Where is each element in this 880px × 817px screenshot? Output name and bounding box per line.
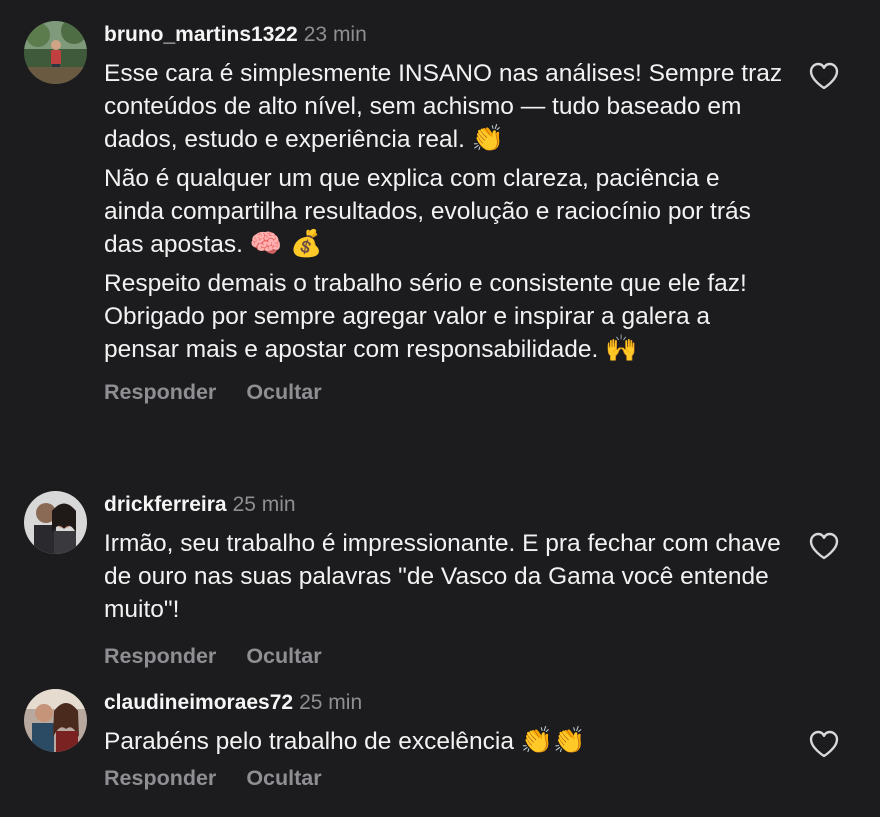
comment-actions: Responder Ocultar	[104, 644, 784, 669]
username[interactable]: claudineimoraes72	[104, 691, 293, 714]
hide-button[interactable]: Ocultar	[246, 766, 321, 790]
comment-header: drickferreira 25 min	[104, 492, 784, 518]
comment-text: Esse cara é simplesmente INSANO nas anál…	[104, 57, 784, 156]
avatar[interactable]	[24, 689, 87, 752]
comment-actions: Responder Ocultar	[104, 766, 784, 791]
username[interactable]: drickferreira	[104, 493, 227, 516]
timestamp: 25 min	[299, 691, 363, 714]
heart-outline-icon[interactable]	[808, 531, 840, 561]
comment-actions: Responder Ocultar	[104, 380, 784, 405]
reply-button[interactable]: Responder	[104, 644, 216, 668]
comment-paragraph: Parabéns pelo trabalho de excelência	[104, 728, 514, 755]
raised-hands-emoji: 🙌	[605, 334, 638, 364]
reply-button[interactable]: Responder	[104, 380, 216, 404]
avatar[interactable]	[24, 21, 87, 84]
hide-button[interactable]: Ocultar	[246, 644, 321, 668]
comment-text: Respeito demais o trabalho sério e consi…	[104, 267, 784, 366]
comment-paragraph: Esse cara é simplesmente INSANO nas anál…	[104, 60, 783, 153]
comment-paragraph: Não é qualquer um que explica com clarez…	[104, 165, 751, 258]
comment-text: Parabéns pelo trabalho de excelência 👏👏	[104, 725, 784, 758]
avatar[interactable]	[24, 491, 87, 554]
timestamp: 23 min	[303, 23, 367, 46]
comment-header: bruno_martins1322 23 min	[104, 22, 784, 48]
brain-moneybag-emoji: 🧠 💰	[249, 229, 323, 259]
comment-paragraph: Irmão, seu trabalho é impressionante. E …	[104, 530, 781, 623]
comment-text: Irmão, seu trabalho é impressionante. E …	[104, 527, 784, 626]
comment-paragraph: Respeito demais o trabalho sério e consi…	[104, 270, 747, 363]
hide-button[interactable]: Ocultar	[246, 380, 321, 404]
timestamp: 25 min	[232, 493, 296, 516]
comment-text: Não é qualquer um que explica com clarez…	[104, 162, 784, 261]
heart-outline-icon[interactable]	[808, 61, 840, 91]
username[interactable]: bruno_martins1322	[104, 23, 298, 46]
heart-outline-icon[interactable]	[808, 729, 840, 759]
reply-button[interactable]: Responder	[104, 766, 216, 790]
comment-header: claudineimoraes72 25 min	[104, 690, 784, 716]
clapping-hands-emoji: 👏	[471, 124, 505, 154]
clapping-hands-emoji: 👏👏	[520, 726, 586, 756]
